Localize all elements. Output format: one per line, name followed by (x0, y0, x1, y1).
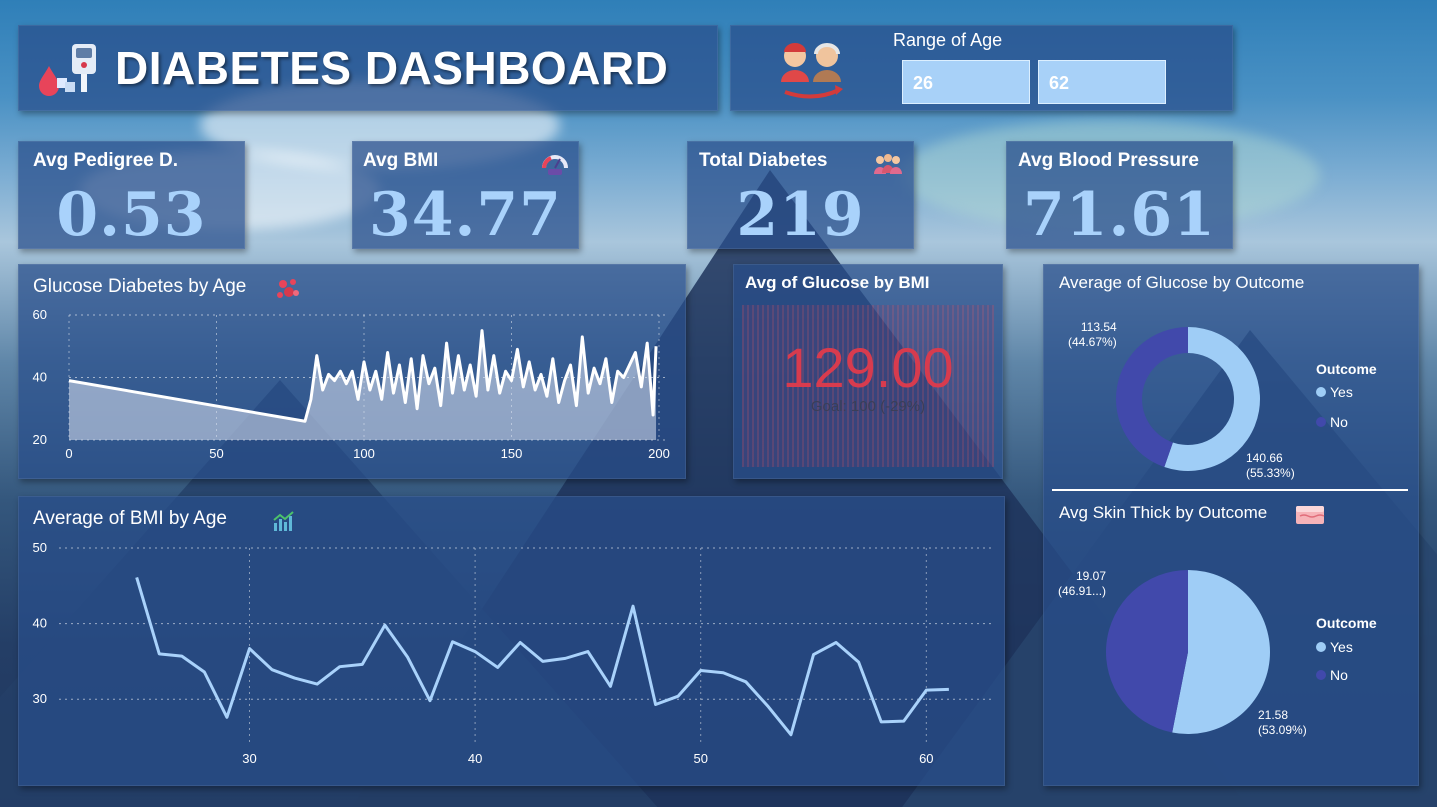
legend-dot-no (1316, 417, 1326, 427)
y-tick-label: 60 (33, 307, 47, 322)
glucose-by-age-panel: Glucose Diabetes by Age 20 40 60 0 50 100 150 2… (18, 264, 686, 479)
donut-label-no: 113.54 (44.67%) (1068, 320, 1117, 350)
bmi-gauge-icon (541, 150, 569, 176)
kpi-card-total-diabetes: Total Diabetes 219 (687, 141, 914, 250)
kpi-label: Avg BMI (363, 150, 439, 171)
pie-legend-no[interactable]: No (1316, 667, 1348, 683)
donut-no-value: 113.54 (1080, 320, 1117, 334)
kpi-label: Total Diabetes (699, 150, 828, 171)
donut-label-yes: 140.66 (55.33%) (1246, 451, 1295, 481)
pie-yes-pct: (53.09%) (1258, 723, 1307, 737)
y-tick-label: 20 (33, 432, 47, 447)
x-tick-label: 30 (242, 751, 256, 766)
kpi-label: Avg Blood Pressure (1018, 150, 1199, 171)
pie-legend-yes[interactable]: Yes (1316, 639, 1353, 655)
y-tick-label: 50 (33, 540, 47, 555)
x-tick-label: 150 (501, 446, 523, 461)
kpi-value: 34.77 (369, 180, 562, 250)
people-group-icon (872, 152, 904, 176)
bacteria-icon (275, 276, 301, 302)
glucose-meter-icon (35, 38, 97, 100)
kpi-card-blood-pressure: Avg Blood Pressure 71.61 (1006, 141, 1233, 250)
bmi-line (135, 577, 949, 737)
chart-title: Average of BMI by Age (33, 508, 227, 529)
pie-slice-no (1106, 570, 1188, 733)
pie-yes-value: 21.58 (1258, 708, 1289, 722)
pie-label-no: 19.07 (46.91...) (1058, 569, 1106, 599)
x-tick-label: 200 (648, 446, 670, 461)
chart-title: Glucose Diabetes by Age (33, 276, 247, 297)
legend-dot-yes (1316, 642, 1326, 652)
card-goal: Goal: 100 (-29%) (810, 398, 926, 415)
donut-yes-value: 140.66 (1246, 451, 1283, 465)
x-tick-label: 100 (353, 446, 375, 461)
pie-legend-title: Outcome (1316, 615, 1377, 631)
y-tick-label: 30 (33, 691, 47, 706)
section-divider (1052, 489, 1408, 491)
age-max-input[interactable]: 62 (1038, 60, 1166, 104)
glucose-outcome-donut (1116, 327, 1260, 471)
outcome-panel: Average of Glucose by Outcome 113.54 (44… (1043, 264, 1419, 786)
pie-title: Avg Skin Thick by Outcome (1059, 503, 1268, 522)
legend-yes[interactable]: Yes (1316, 384, 1353, 400)
kpi-value: 0.53 (56, 180, 207, 250)
kpi-card-bmi: Avg BMI 34.77 (352, 141, 579, 250)
x-tick-label: 0 (65, 446, 72, 461)
kpi-value: 71.61 (1023, 180, 1216, 250)
card-title: Avg of Glucose by BMI (745, 273, 930, 292)
pie-no-value: 19.07 (1076, 569, 1107, 583)
legend-yes-label: Yes (1330, 639, 1353, 655)
legend-yes-label: Yes (1330, 384, 1353, 400)
legend-no-label: No (1330, 667, 1348, 683)
y-tick-label: 40 (33, 616, 47, 631)
dashboard-title: DIABETES DASHBOARD (115, 42, 669, 94)
legend-dot-yes (1316, 387, 1326, 397)
young-old-people-icon (779, 38, 849, 100)
donut-no-pct: (44.67%) (1068, 335, 1117, 349)
x-tick-label: 50 (209, 446, 223, 461)
header-panel: DIABETES DASHBOARD (18, 25, 718, 111)
legend-no-label: No (1330, 414, 1348, 430)
age-range-panel: Range of Age 26 62 (730, 25, 1233, 111)
y-tick-label: 40 (33, 370, 47, 385)
kpi-label: Avg Pedigree D. (33, 150, 179, 171)
card-value: 129.00 (782, 336, 954, 399)
donut-title: Average of Glucose by Outcome (1059, 273, 1305, 292)
bmi-by-age-chart: 30 40 50 30 40 50 60 (33, 540, 994, 766)
x-tick-label: 50 (693, 751, 707, 766)
skin-icon (1294, 500, 1326, 526)
trend-chart-icon (272, 509, 296, 533)
skin-thickness-pie (1106, 570, 1270, 734)
x-tick-label: 60 (919, 751, 933, 766)
legend-no[interactable]: No (1316, 414, 1348, 430)
donut-legend-title: Outcome (1316, 361, 1377, 377)
pie-label-yes: 21.58 (53.09%) (1258, 708, 1307, 738)
x-tick-label: 40 (468, 751, 482, 766)
bmi-by-age-panel: Average of BMI by Age 30 40 50 30 40 50 60 (18, 496, 1005, 786)
pie-no-pct: (46.91...) (1058, 584, 1107, 598)
kpi-value: 219 (736, 180, 865, 250)
glucose-area (69, 330, 657, 440)
legend-dot-no (1316, 670, 1326, 680)
glucose-by-age-chart: 20 40 60 0 50 100 150 200 (33, 307, 670, 461)
age-range-label: Range of Age (893, 30, 1003, 50)
kpi-card-pedigree: Avg Pedigree D. 0.53 (18, 141, 245, 250)
glucose-by-bmi-panel: Avg of Glucose by BMI 129.00 Goal: 100 (… (733, 264, 1003, 479)
age-min-input[interactable]: 26 (902, 60, 1030, 104)
donut-yes-pct: (55.33%) (1246, 466, 1295, 480)
